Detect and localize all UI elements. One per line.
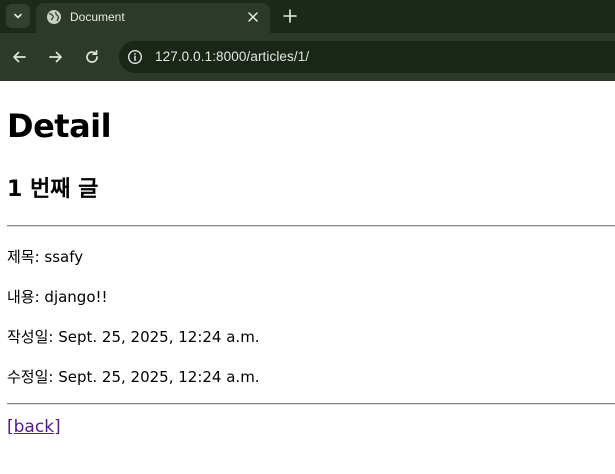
updated-at-field: 수정일: Sept. 25, 2025, 12:24 a.m.	[7, 368, 260, 386]
title-field: 제목: ssafy	[7, 248, 84, 266]
tab-strip: Document	[0, 0, 615, 33]
divider-top	[7, 225, 615, 227]
arrow-left-icon	[13, 51, 26, 63]
back-link[interactable]: [back]	[7, 417, 61, 437]
info-icon[interactable]	[127, 49, 143, 65]
close-icon	[248, 12, 258, 22]
globe-icon	[47, 10, 61, 24]
back-link-open-bracket: [	[7, 417, 14, 437]
url-text: 127.0.0.1:8000/articles/1/	[155, 49, 310, 64]
back-link-close-bracket: ]	[54, 417, 61, 437]
tab-title: Document	[70, 10, 125, 24]
address-bar[interactable]: 127.0.0.1:8000/articles/1/	[119, 41, 615, 73]
reload-icon	[86, 49, 98, 63]
arrow-right-icon	[49, 51, 62, 63]
tab-search-button[interactable]	[6, 4, 30, 28]
browser-toolbar: 127.0.0.1:8000/articles/1/	[0, 33, 615, 81]
forward-button[interactable]	[46, 47, 66, 67]
content-field: 내용: django!!	[7, 288, 108, 306]
chevron-down-icon	[14, 13, 22, 19]
new-tab-button[interactable]	[280, 6, 300, 26]
article-subtitle: 1 번째 글	[7, 177, 99, 202]
page-content: Detail 1 번째 글 제목: ssafy 내용: django!! 작성일…	[0, 81, 615, 474]
tab-close-button[interactable]	[244, 8, 262, 26]
back-link-label[interactable]: back	[14, 417, 54, 437]
reload-button[interactable]	[82, 47, 102, 67]
plus-icon	[283, 9, 297, 23]
created-at-field: 작성일: Sept. 25, 2025, 12:24 a.m.	[7, 328, 260, 346]
back-button[interactable]	[9, 47, 29, 67]
page-title: Detail	[7, 107, 112, 145]
tab-document[interactable]: Document	[36, 3, 270, 33]
divider-bottom	[7, 403, 615, 405]
